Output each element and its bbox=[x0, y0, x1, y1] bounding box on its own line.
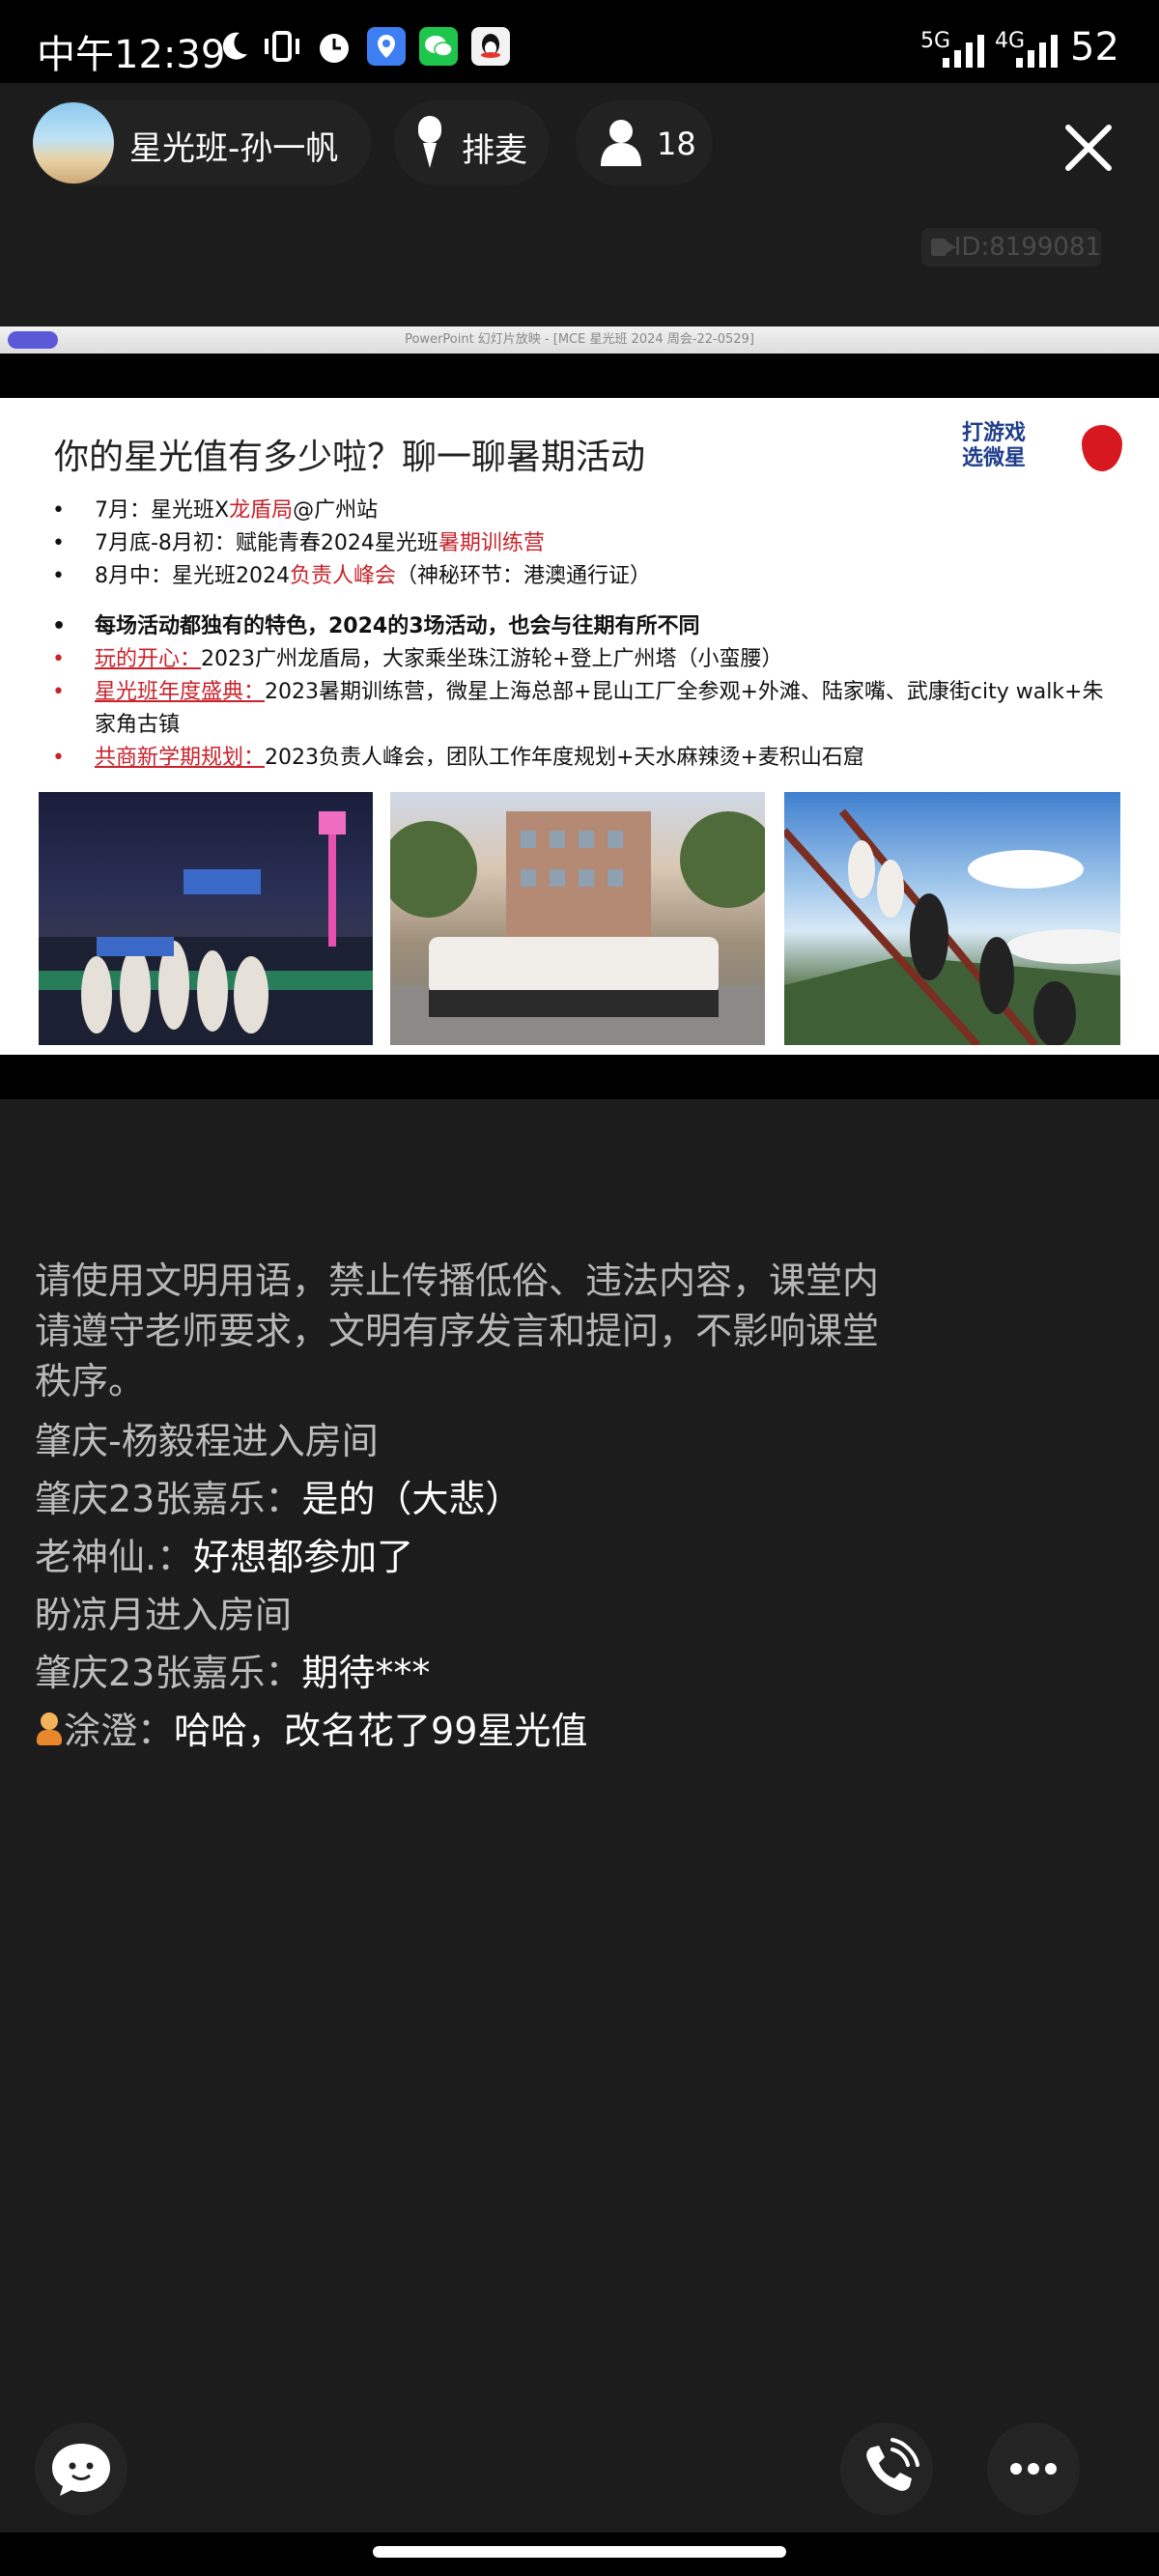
room-id: ID:8199081 bbox=[953, 233, 1101, 262]
mic-queue-label: 排麦 bbox=[462, 131, 527, 170]
host-profile-button[interactable]: 星光班-孙一帆 bbox=[33, 100, 371, 185]
more-dots-icon bbox=[1010, 2463, 1057, 2475]
host-name: 星光班-孙一帆 bbox=[129, 129, 339, 168]
chat-message: 老神仙.：好想都参加了 bbox=[35, 1536, 414, 1578]
signal-bars-icon bbox=[943, 35, 984, 68]
voice-call-button[interactable] bbox=[840, 2422, 933, 2515]
feature-item: 共商新学期规划：2023负责人峰会，团队工作年度规划+天水麻辣烫+麦积山石窟 bbox=[50, 742, 1113, 775]
moon-icon bbox=[214, 27, 253, 66]
logo-text: 打游戏 选微星 bbox=[962, 421, 1026, 471]
user-badge-icon bbox=[35, 1713, 64, 1747]
close-icon[interactable] bbox=[1055, 114, 1122, 182]
slide-title: 你的星光值有多少啦？聊一聊暑期活动 bbox=[54, 438, 646, 477]
battery-level: 52 bbox=[1070, 25, 1119, 70]
ppt-window-title: PowerPoint 幻灯片放映 - [MCE 星光班 2024 周会-22-0… bbox=[405, 332, 754, 347]
microphone-icon bbox=[418, 116, 441, 168]
chat-message: 盼凉月进入房间 bbox=[35, 1594, 293, 1636]
summary-item: 每场活动都独有的特色，2024的3场活动，也会与往期有所不同 bbox=[50, 610, 1113, 643]
chat-feed: 请使用文明用语，禁止传播低俗、违法内容，课堂内请遵守老师要求，文明有序发言和提问… bbox=[35, 1256, 904, 1760]
chat-message: 肇庆-杨毅程进入房间 bbox=[35, 1420, 379, 1462]
ppt-toolbar-icon bbox=[8, 331, 58, 349]
logo-text-line-2: 选微星 bbox=[962, 446, 1027, 470]
photo-mountain-stairs bbox=[784, 792, 1120, 1045]
phone-icon bbox=[866, 2438, 919, 2491]
home-indicator[interactable] bbox=[373, 2546, 786, 2558]
room-id-badge: ID:8199081 bbox=[921, 228, 1101, 267]
dragon-shield-icon bbox=[1082, 425, 1122, 471]
slide-bullets: 7月：星光班X龙盾局@广州站 7月底-8月初：赋能青春2024星光班暑期训练营 … bbox=[50, 495, 1113, 775]
viewer-count: 18 bbox=[657, 126, 696, 162]
chat-bubble-icon bbox=[52, 2444, 110, 2496]
viewer-count-button[interactable]: 18 bbox=[576, 100, 713, 185]
feature-item: 星光班年度盛典：2023暑期训练营，微星上海总部+昆山工厂全参观+外滩、陆家嘴、… bbox=[50, 676, 1113, 742]
chat-button[interactable] bbox=[35, 2422, 127, 2515]
chat-message: 涂澄：哈哈，改名花了99星光值 bbox=[35, 1702, 904, 1760]
vibrate-icon bbox=[263, 27, 301, 66]
map-app-icon bbox=[367, 27, 406, 66]
avatar bbox=[33, 102, 114, 184]
photo-group-street bbox=[390, 792, 765, 1045]
ppt-window-titlebar: PowerPoint 幻灯片放映 - [MCE 星光班 2024 周会-22-0… bbox=[0, 326, 1159, 354]
schedule-item: 8月中：星光班2024负责人峰会（神秘环节：港澳通行证） bbox=[50, 560, 1113, 593]
slide-photos bbox=[39, 792, 1120, 1045]
more-options-button[interactable] bbox=[987, 2422, 1080, 2515]
alarm-icon bbox=[315, 27, 353, 66]
shared-slide: 你的星光值有多少啦？聊一聊暑期活动 打游戏 选微星 7月：星光班X龙盾局@广州站… bbox=[0, 398, 1159, 1055]
status-time: 中午12:39 bbox=[37, 33, 226, 77]
status-bar: 中午12:39 5G 4G 52 bbox=[0, 0, 1159, 83]
photo-night-river-cruise bbox=[39, 792, 373, 1045]
letterbox-top bbox=[0, 354, 1159, 398]
qq-icon bbox=[471, 27, 510, 66]
schedule-item: 7月：星光班X龙盾局@广州站 bbox=[50, 495, 1113, 527]
system-notice: 请使用文明用语，禁止传播低俗、违法内容，课堂内请遵守老师要求，文明有序发言和提问… bbox=[35, 1260, 880, 1402]
chat-message: 肇庆23张嘉乐：是的（大悲） bbox=[35, 1478, 523, 1520]
feature-item: 玩的开心：2023广州龙盾局，大家乘坐珠江游轮+登上广州塔（小蛮腰） bbox=[50, 643, 1113, 676]
letterbox-bottom bbox=[0, 1055, 1159, 1099]
brand-logo: 打游戏 选微星 bbox=[962, 421, 1122, 479]
wechat-icon bbox=[419, 27, 458, 66]
mic-queue-button[interactable]: 排麦 bbox=[394, 100, 549, 185]
chat-message: 肇庆23张嘉乐：期待*** bbox=[35, 1652, 431, 1694]
schedule-item: 7月底-8月初：赋能青春2024星光班暑期训练营 bbox=[50, 527, 1113, 560]
camera-icon bbox=[931, 239, 956, 256]
logo-text-line-1: 打游戏 bbox=[962, 421, 1027, 445]
signal-bars-icon-2 bbox=[1016, 35, 1058, 68]
person-icon bbox=[601, 120, 641, 166]
